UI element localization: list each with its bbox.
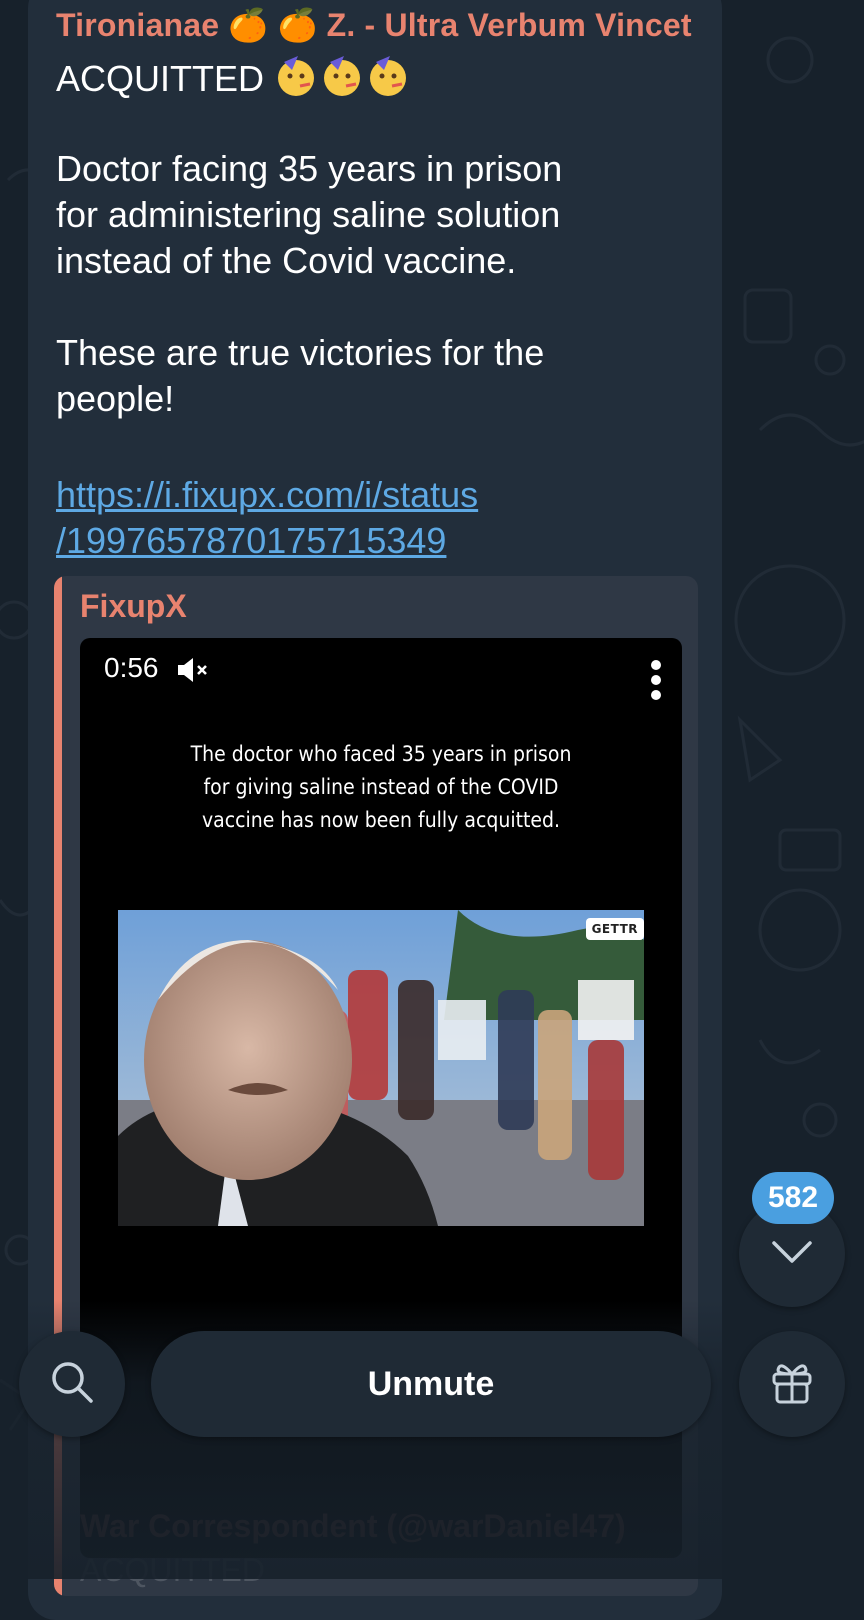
more-options-icon[interactable] [650,660,662,705]
caption-line: vaccine has now been fully acquitted. [201,808,561,832]
next-preview-author: War Correspondent (@warDaniel47) [80,1508,626,1544]
sender-name[interactable]: Tironianae 🍊 🍊 Z. - Ultra Verbum Vincet [56,6,692,44]
gift-button[interactable] [739,1331,845,1437]
video-caption: The doctor who faced 35 years in prison … [110,738,652,837]
video-frame [118,910,644,1226]
unmute-button[interactable]: Unmute [151,1331,711,1437]
link-line-2[interactable]: /1997657870175715349 [56,518,478,564]
chevron-down-icon [770,1239,814,1270]
caption-line: for giving saline instead of the COVID [203,775,559,799]
unread-count-badge[interactable]: 582 [752,1172,834,1224]
preview-accent-bar [54,576,62,1596]
caption-line: The doctor who faced 35 years in prison [190,742,572,766]
message-line: These are true victories for the [56,332,545,373]
search-button[interactable] [19,1331,125,1437]
message-first-line: ACQUITTED [56,54,412,109]
gift-icon [768,1358,816,1411]
message-line: people! [56,378,175,419]
message-line: for administering saline solution [56,194,561,235]
message-line: instead of the Covid vaccine. [56,240,517,281]
search-icon [48,1358,96,1411]
link-preview[interactable]: FixupX 0:56 The doctor who faced 35 year… [54,576,698,1596]
link-line-1[interactable]: https://i.fixupx.com/i/status [56,472,478,518]
message-line: Doctor facing 35 years in prison [56,148,563,189]
muted-speaker-icon[interactable] [176,656,210,689]
message-link[interactable]: https://i.fixupx.com/i/status /199765787… [56,472,478,564]
preview-site-name: FixupX [80,588,187,624]
party-face-emoji [274,54,412,109]
next-preview-text: ACQUITTED [80,1552,265,1588]
message-headline: ACQUITTED [56,58,265,100]
video-duration: 0:56 [104,652,159,683]
gettr-watermark: GETTR [585,918,644,940]
